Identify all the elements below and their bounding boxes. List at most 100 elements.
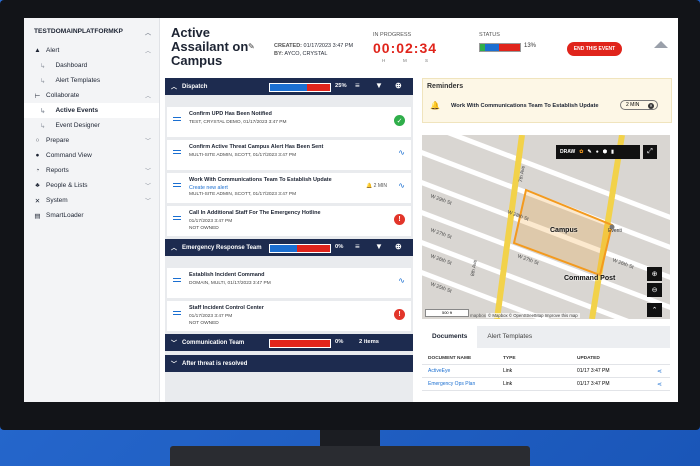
task-meta: 01/17/2023 3:47 PM [189,314,233,319]
docs-tabs: Documents Alert Templates [422,326,670,348]
section-after-threat[interactable]: ﹀ After threat is resolved [165,355,413,372]
task-item[interactable]: Establish Incident Command DOMAIN, MULTI… [167,268,411,298]
sidebar-item-people-lists[interactable]: ♣ People & Lists ﹀ [24,178,159,193]
sidebar-item-label: Command View [46,152,92,159]
sidebar-item-command-view[interactable]: ● Command View [24,148,159,163]
table-row[interactable]: Emergency Ops Plan Link 01/17 3:47 PM ⋖ [422,378,670,391]
people-icon: ♣ [35,182,40,189]
map-view[interactable]: W 29th St W 28th St W 27th St W 26th St … [422,135,670,319]
sidebar-item-collaborate[interactable]: ⊢ Collaborate ︿ [24,88,159,103]
task-item[interactable]: Confirm UPD Has Been Notified TEST, CRYS… [167,107,411,137]
in-progress-label: IN PROGRESS [373,32,412,38]
status-bar-red [499,44,520,51]
sidebar-item-dashboard[interactable]: ↳ Dashboard [24,58,159,73]
sidebar-item-label: Event Designer [55,122,100,129]
pen-icon[interactable]: ✎ [587,149,591,155]
drag-handle-icon[interactable] [173,216,181,222]
section-percent: 0% [335,244,344,250]
task-meta: 01/17/2023 3:47 PM [189,219,233,224]
document-updated: 01/17 3:47 PM [577,381,610,387]
filter-icon[interactable]: ▼ [375,242,383,251]
activity-pulse-icon[interactable]: ∿ [398,276,405,285]
sidebar-item-label: SmartLoader [46,212,84,219]
document-link[interactable]: ActiveEye [428,368,503,374]
add-task-icon[interactable]: ⊕ [395,81,402,90]
sort-icon[interactable]: ≡ [355,242,360,251]
recenter-icon[interactable]: ⌃ [647,303,662,317]
task-title: Confirm UPD Has Been Notified [189,111,272,117]
filter-icon[interactable]: ▼ [375,81,383,90]
task-title: Confirm Active Threat Campus Alert Has B… [189,144,324,150]
sidebar-item-alert-templates[interactable]: ↳ Alert Templates [24,73,159,88]
sidebar-item-system[interactable]: ✕ System ﹀ [24,193,159,208]
document-link[interactable]: Emergency Ops Plan [428,381,503,387]
end-event-button[interactable]: END THIS EVENT [567,42,622,56]
task-item[interactable]: Call In Additional Staff For The Emergen… [167,206,411,236]
section-dispatch[interactable]: ︿ Dispatch 25% ≡ ▼ ⊕ [165,78,413,95]
drag-handle-icon[interactable] [173,183,181,189]
activity-pulse-icon[interactable]: ∿ [398,181,405,190]
fullscreen-icon[interactable]: ⤢ [643,145,657,159]
drag-handle-icon[interactable] [173,311,181,317]
drag-handle-icon[interactable] [173,150,181,156]
sidebar-item-event-designer[interactable]: ↳ Event Designer [24,118,159,133]
add-task-icon[interactable]: ⊕ [395,242,402,251]
dismiss-icon[interactable]: ✕ [648,103,654,109]
drag-handle-icon[interactable] [173,278,181,284]
chevron-down-icon: ﹀ [144,169,151,175]
delete-icon[interactable]: ▮ [611,149,614,155]
monitor-stand-neck [320,430,380,446]
section-communication-team[interactable]: ﹀ Communication Team 0% 2 items [165,334,413,351]
sidebar-item-label: People & Lists [46,182,88,189]
task-status[interactable]: ! [394,214,405,225]
task-title: Staff Incident Control Center [189,305,264,311]
by-label: BY: [274,51,284,57]
task-status[interactable]: ! [394,309,405,320]
by-value: AYCO, CRYSTAL [284,51,328,57]
sidebar-item-alert[interactable]: ▲ Alert ︿ [24,43,159,58]
sidebar-item-smartloader[interactable]: ▤ SmartLoader [24,208,159,223]
prepare-icon: ○ [35,137,40,144]
drag-handle-icon[interactable] [173,117,181,123]
reminders-title: Reminders [427,83,464,90]
zoom-in-icon[interactable]: ⊕ [647,267,662,281]
share-icon[interactable]: ⋖ [657,368,662,375]
bell-icon: 🔔 [366,183,373,189]
sidebar-item-active-events[interactable]: ↳ Active Events [24,103,159,118]
org-switcher[interactable]: TESTDOMAINPLATFORMKP ︿ [24,18,159,43]
task-item[interactable]: Staff Incident Control Center 01/17/2023… [167,301,411,331]
polygon-icon[interactable]: ⬢ [603,149,607,155]
share-icon[interactable]: ⋖ [657,381,662,388]
sidebar-item-reports[interactable]: ◔ Reports ﹀ [24,163,159,178]
edit-pencil-icon[interactable]: ✎ [248,42,255,51]
zoom-out-icon[interactable]: ⊖ [647,283,662,297]
sidebar: TESTDOMAINPLATFORMKP ︿ ▲ Alert ︿ ↳ Dashboard… [24,18,160,402]
tab-alert-templates[interactable]: Alert Templates [477,326,542,348]
reports-icon: ◔ [35,167,40,174]
map-attribution[interactable]: © Mapbox © OpenStreetMap Improve this ma… [486,313,580,318]
point-icon[interactable]: ● [596,149,599,155]
reminder-pill[interactable]: 2 MIN ✕ [620,100,658,110]
sidebar-item-prepare[interactable]: ○ Prepare ﹀ [24,133,159,148]
elapsed-timer: 00:02:34 [373,40,438,56]
sidebar-item-label: Active Events [55,107,99,114]
tab-documents[interactable]: Documents [422,326,478,348]
timer-unit-s: S [425,58,429,63]
map-canvas [422,135,670,319]
section-emergency-response-team[interactable]: ︿ Emergency Response Team 0% ≡ ▼ ⊕ [165,239,413,256]
sort-icon[interactable]: ≡ [355,81,360,90]
section-percent: 25% [335,83,347,89]
activity-pulse-icon[interactable]: ∿ [398,148,405,157]
location-pin-icon: ● [35,152,40,159]
collapse-header-icon[interactable] [654,41,668,48]
task-item[interactable]: Work With Communications Team To Establi… [167,173,411,203]
sidebar-item-label: Alert [46,47,60,54]
chevron-up-icon: ︿ [144,49,151,55]
task-meta: MULTI-SITE ADMIN, SCOTT, 01/17/2023 3:47… [189,153,297,158]
palette-icon[interactable]: ✿ [579,149,583,155]
task-status[interactable]: ✓ [394,115,405,126]
chevron-down-icon: ﹀ [144,184,151,190]
task-item[interactable]: Confirm Active Threat Campus Alert Has B… [167,140,411,170]
table-row[interactable]: ActiveEye Link 01/17 3:47 PM ⋖ [422,365,670,378]
poi-label: Eventi [608,228,622,234]
